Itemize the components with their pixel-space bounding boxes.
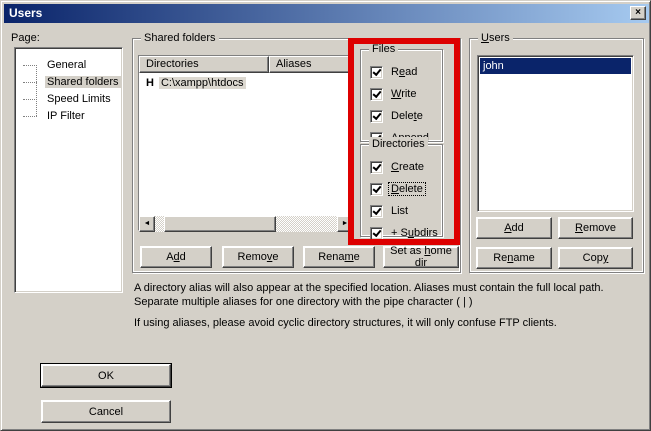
subdirs-checkbox[interactable] xyxy=(370,227,383,240)
checkbox-label: Write xyxy=(389,88,418,100)
title-bar[interactable]: Users × xyxy=(4,4,649,23)
rename-directory-button[interactable]: Rename xyxy=(303,246,375,268)
add-directory-button[interactable]: Add xyxy=(140,246,212,268)
checkbox-row-delete-file[interactable]: Delete xyxy=(361,105,442,127)
close-icon[interactable]: × xyxy=(630,6,646,20)
delete-file-checkbox[interactable] xyxy=(370,110,383,123)
table-row[interactable]: H C:\xampp\htdocs xyxy=(139,75,353,91)
button-label: Add xyxy=(166,251,186,263)
checkbox-row-list[interactable]: List xyxy=(361,200,442,222)
tree-item-shared-folders[interactable]: Shared folders xyxy=(15,74,122,91)
directories-listview[interactable]: Directories Aliases H C:\xampp\htdocs ◄ ► xyxy=(138,55,354,231)
remove-directory-button[interactable]: Remove xyxy=(222,246,294,268)
checkbox-label: Create xyxy=(389,161,426,173)
page-label: Page: xyxy=(11,32,40,44)
write-checkbox[interactable] xyxy=(370,88,383,101)
files-permissions-group: Files Read Write Delete Append xyxy=(360,49,443,142)
directories-permissions-group: Directories Create Delete List + Subdirs xyxy=(360,144,443,237)
alias-help-paragraph-2: If using aliases, please avoid cyclic di… xyxy=(134,316,639,330)
read-checkbox[interactable] xyxy=(370,66,383,79)
tree-item-general[interactable]: General xyxy=(15,57,122,74)
add-user-button[interactable]: Add xyxy=(476,217,552,239)
directory-path: C:\xampp\htdocs xyxy=(159,77,246,89)
window-title: Users xyxy=(9,6,42,20)
scroll-left-icon[interactable]: ◄ xyxy=(139,216,155,232)
checkbox-row-read[interactable]: Read xyxy=(361,61,442,83)
tree-item-ip-filter[interactable]: IP Filter xyxy=(15,108,122,125)
listview-header: Directories Aliases xyxy=(139,56,353,73)
button-label: Rename xyxy=(318,251,360,263)
users-group: Users john Add Remove Rename Copy xyxy=(469,38,644,273)
button-label: Set as home dir xyxy=(384,245,458,269)
button-label: OK xyxy=(98,370,114,382)
column-header-aliases[interactable]: Aliases xyxy=(269,56,353,73)
alias-help-text: A directory alias will also appear at th… xyxy=(134,281,639,330)
cancel-button[interactable]: Cancel xyxy=(41,400,171,423)
tree-item-label: IP Filter xyxy=(45,110,87,122)
checkbox-row-write[interactable]: Write xyxy=(361,83,442,105)
page-tree: General Shared folders Speed Limits IP F… xyxy=(14,47,123,293)
list-item-user[interactable]: john xyxy=(480,58,631,74)
ok-button[interactable]: OK xyxy=(41,364,171,387)
delete-dir-checkbox[interactable] xyxy=(370,183,383,196)
tree-item-label: Speed Limits xyxy=(45,93,113,105)
checkbox-label: List xyxy=(389,205,410,217)
alias-help-paragraph-1: A directory alias will also appear at th… xyxy=(134,281,639,309)
scroll-right-icon[interactable]: ► xyxy=(337,216,353,232)
home-flag: H xyxy=(146,77,154,89)
checkbox-row-create[interactable]: Create xyxy=(361,156,442,178)
listview-body: H C:\xampp\htdocs xyxy=(139,73,353,216)
user-name: john xyxy=(483,60,504,72)
tree-item-label: General xyxy=(45,59,88,71)
button-label: Add xyxy=(504,222,524,234)
rename-user-button[interactable]: Rename xyxy=(476,247,552,269)
checkbox-label: Delete xyxy=(389,110,425,122)
remove-user-button[interactable]: Remove xyxy=(558,217,633,239)
button-label: Copy xyxy=(583,252,609,264)
button-label: Remove xyxy=(575,222,616,234)
copy-user-button[interactable]: Copy xyxy=(558,247,633,269)
checkbox-row-subdirs[interactable]: + Subdirs xyxy=(361,222,442,244)
tree-item-speed-limits[interactable]: Speed Limits xyxy=(15,91,122,108)
directories-group-label: Directories xyxy=(369,137,428,151)
button-label: Remove xyxy=(238,251,279,263)
checkbox-label: Delete xyxy=(389,183,425,195)
users-listbox[interactable]: john xyxy=(477,55,634,212)
users-group-label: Users xyxy=(478,31,513,45)
users-dialog: Users × Page: General Shared folders Spe… xyxy=(0,0,651,431)
horizontal-scrollbar[interactable]: ◄ ► xyxy=(139,216,353,232)
files-group-label: Files xyxy=(369,42,398,56)
checkbox-label: + Subdirs xyxy=(389,227,440,239)
button-label: Cancel xyxy=(89,406,123,418)
checkbox-row-delete-dir[interactable]: Delete xyxy=(361,178,442,200)
button-label: Rename xyxy=(493,252,535,264)
set-as-home-dir-button[interactable]: Set as home dir xyxy=(383,246,459,268)
list-checkbox[interactable] xyxy=(370,205,383,218)
tree-item-label: Shared folders xyxy=(45,76,121,88)
create-checkbox[interactable] xyxy=(370,161,383,174)
column-header-directories[interactable]: Directories xyxy=(139,56,269,73)
shared-folders-group-label: Shared folders xyxy=(141,31,219,45)
checkbox-label: Read xyxy=(389,66,419,78)
scrollbar-thumb[interactable] xyxy=(164,216,276,232)
